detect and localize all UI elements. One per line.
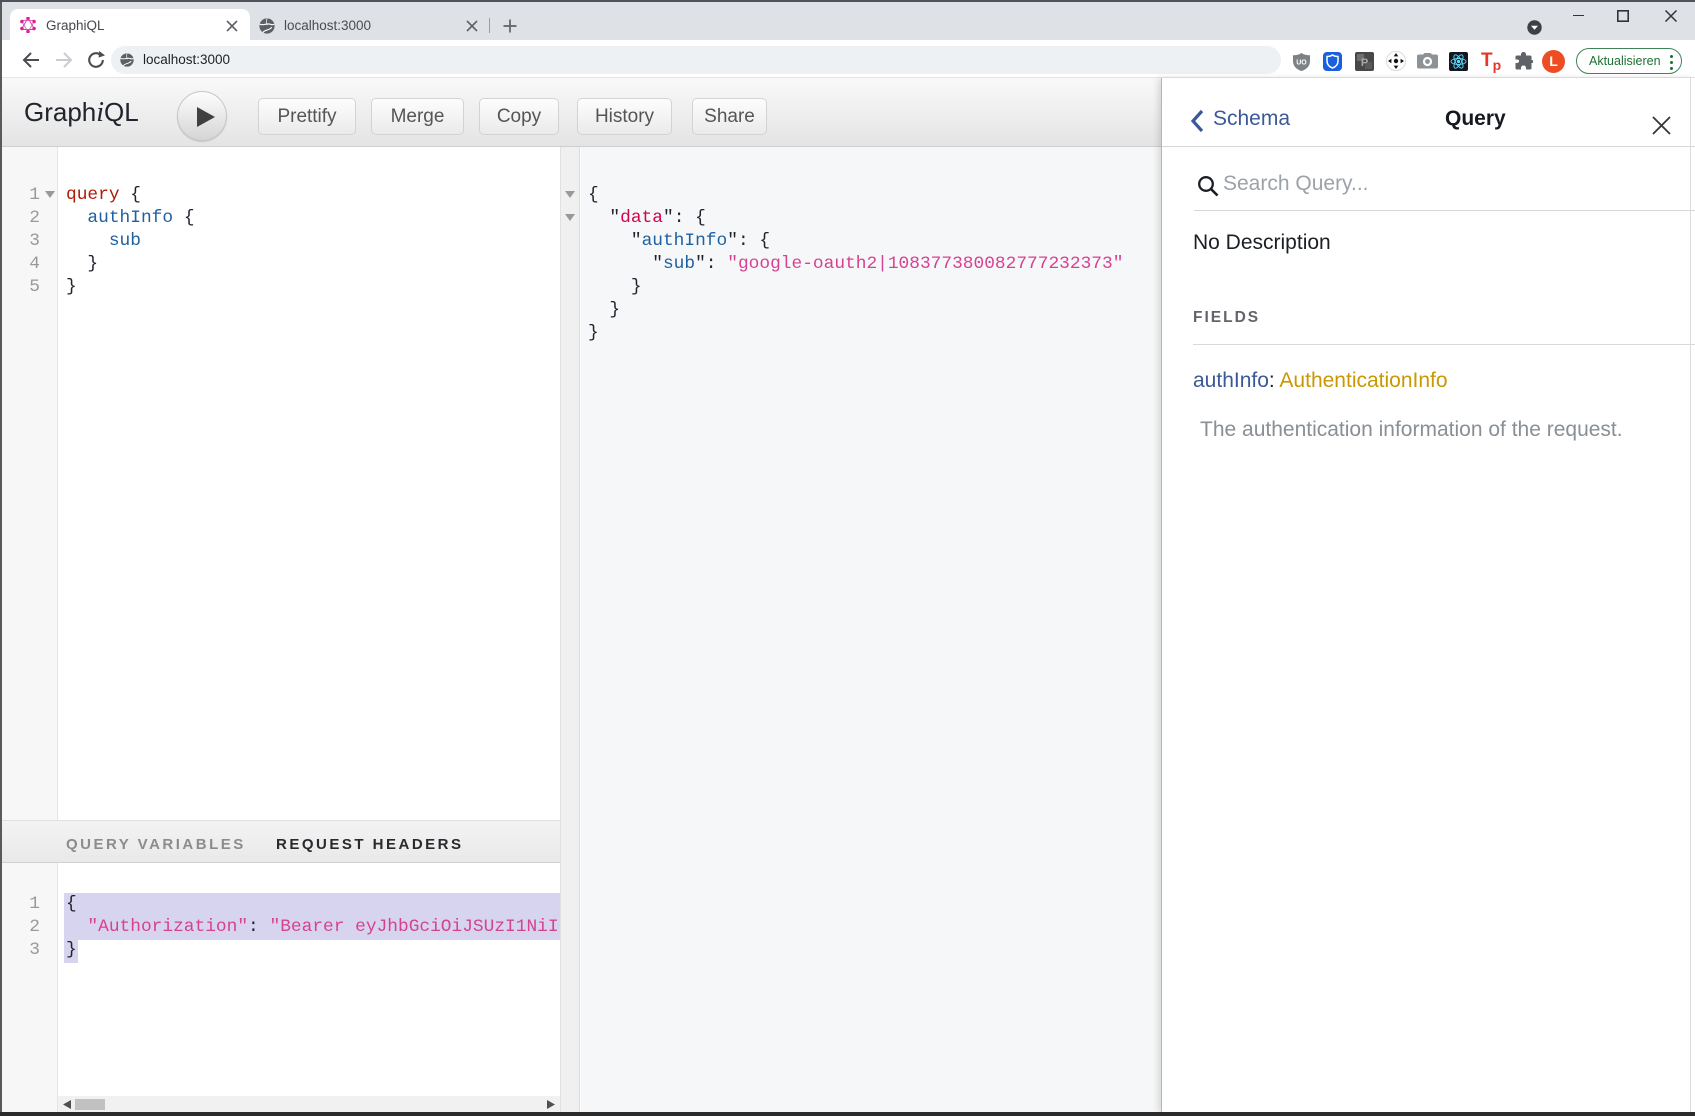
svg-text:P: P	[1361, 57, 1368, 69]
svg-text:UO: UO	[1296, 60, 1307, 67]
